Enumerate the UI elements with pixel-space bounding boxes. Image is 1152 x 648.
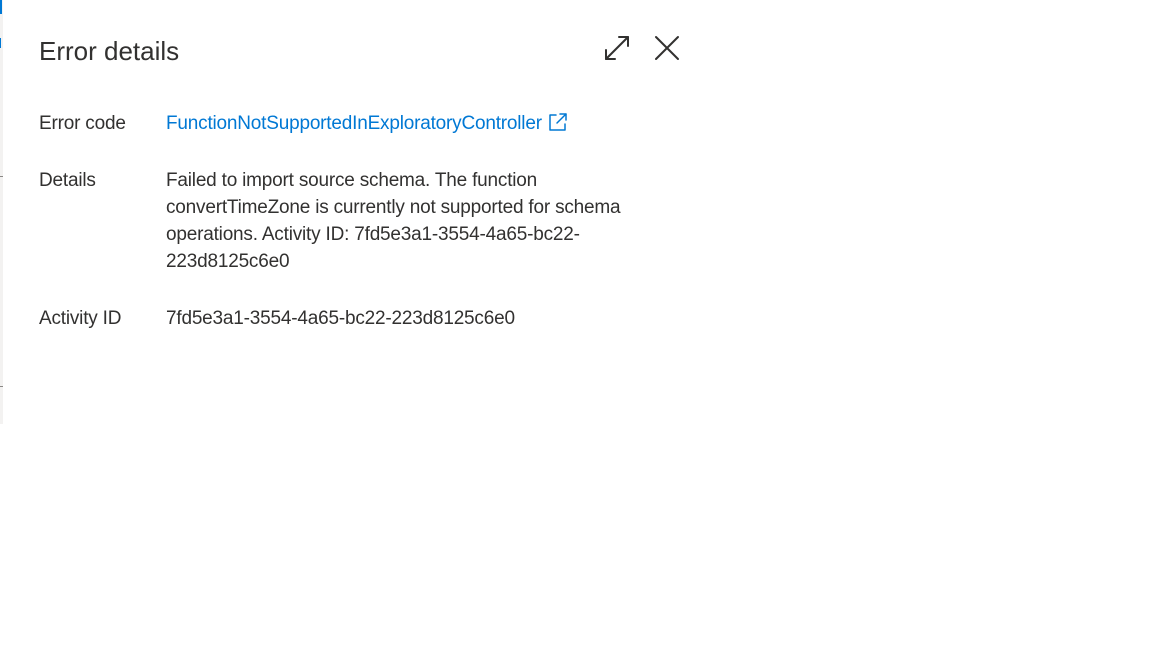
activity-id-label: Activity ID (39, 308, 122, 329)
close-icon (655, 36, 679, 60)
details-row: Details Failed to import source schema. … (39, 167, 659, 275)
details-value: Failed to import source schema. The func… (166, 170, 621, 272)
error-details-panel: Error details Error code FunctionNotSupp… (3, 0, 703, 424)
error-code-label: Error code (39, 113, 126, 134)
error-code-value: FunctionNotSupportedInExploratoryControl… (166, 110, 656, 137)
error-code-link-text: FunctionNotSupportedInExploratoryControl… (166, 113, 542, 134)
page: Error details Error code FunctionNotSupp… (0, 0, 1152, 648)
expand-icon (605, 36, 629, 60)
expand-button[interactable] (601, 32, 633, 64)
activity-id-row: Activity ID 7fd5e3a1-3554-4a65-bc22-223d… (39, 305, 659, 332)
background-accent-bar (0, 0, 2, 14)
error-code-link[interactable]: FunctionNotSupportedInExploratoryControl… (166, 113, 568, 134)
details-label: Details (39, 170, 96, 191)
activity-id-value: 7fd5e3a1-3554-4a65-bc22-223d8125c6e0 (166, 308, 515, 329)
error-code-row: Error code FunctionNotSupportedInExplora… (39, 110, 659, 137)
panel-title: Error details (39, 36, 180, 66)
external-link-icon (549, 113, 567, 131)
close-button[interactable] (651, 32, 683, 64)
